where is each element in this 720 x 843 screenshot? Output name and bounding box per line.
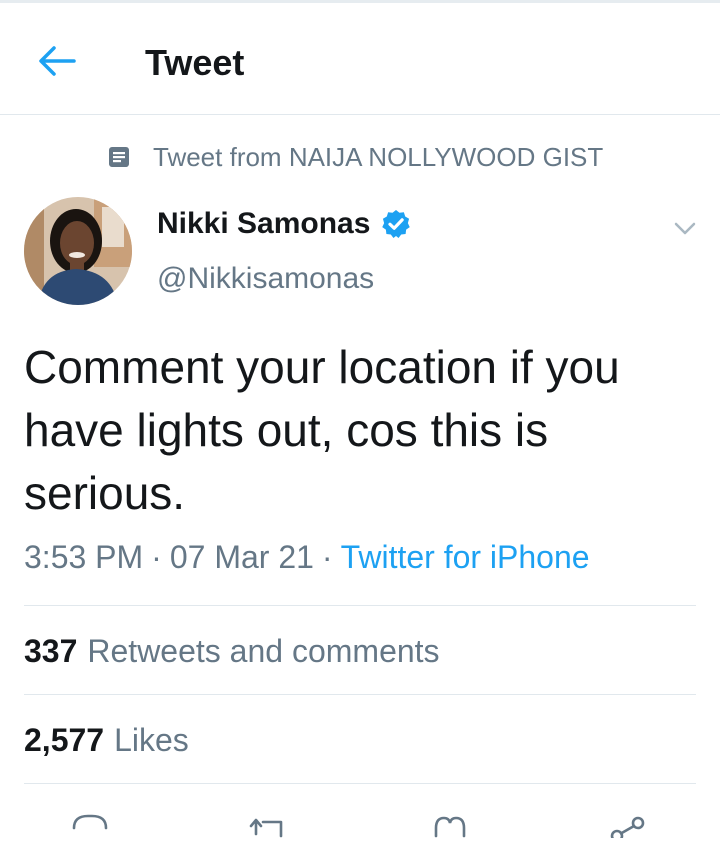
tweet-source-link[interactable]: Twitter for iPhone [341, 539, 590, 575]
divider [24, 783, 696, 784]
arrow-left-icon [39, 46, 76, 76]
likes-stat[interactable]: 2,577 Likes [24, 722, 189, 759]
divider [24, 694, 696, 695]
meta-separator: · [321, 539, 333, 575]
verified-badge-icon [382, 210, 411, 238]
back-button[interactable] [34, 41, 78, 81]
retweets-stat[interactable]: 337 Retweets and comments [24, 633, 440, 670]
document-icon [109, 147, 129, 167]
tweet-date: 07 Mar 21 [169, 539, 314, 575]
page-title: Tweet [145, 42, 245, 83]
avatar[interactable] [24, 197, 132, 305]
author-name-row[interactable]: Nikki Samonas [157, 207, 412, 241]
divider [24, 605, 696, 606]
tweet-text: Comment your location if you have lights… [24, 341, 620, 519]
tweet-menu-button[interactable] [672, 218, 698, 238]
header-bar: Tweet [0, 3, 720, 115]
author-handle[interactable]: @Nikkisamonas [157, 262, 374, 296]
retweets-count: 337 [24, 633, 78, 669]
tweet-time: 3:53 PM [24, 539, 144, 575]
social-context[interactable]: Tweet from NAIJA NOLLYWOOD GIST [108, 141, 603, 173]
author-name: Nikki Samonas [157, 207, 371, 240]
retweets-label: Retweets and comments [87, 633, 440, 669]
likes-count: 2,577 [24, 722, 105, 758]
chevron-down-icon [674, 222, 696, 235]
meta-separator: · [151, 539, 162, 575]
tweet-meta: 3:53 PM · 07 Mar 21 · Twitter for iPhone [24, 539, 590, 576]
social-context-label: Tweet from NAIJA NOLLYWOOD GIST [153, 141, 604, 172]
likes-label: Likes [114, 722, 189, 758]
